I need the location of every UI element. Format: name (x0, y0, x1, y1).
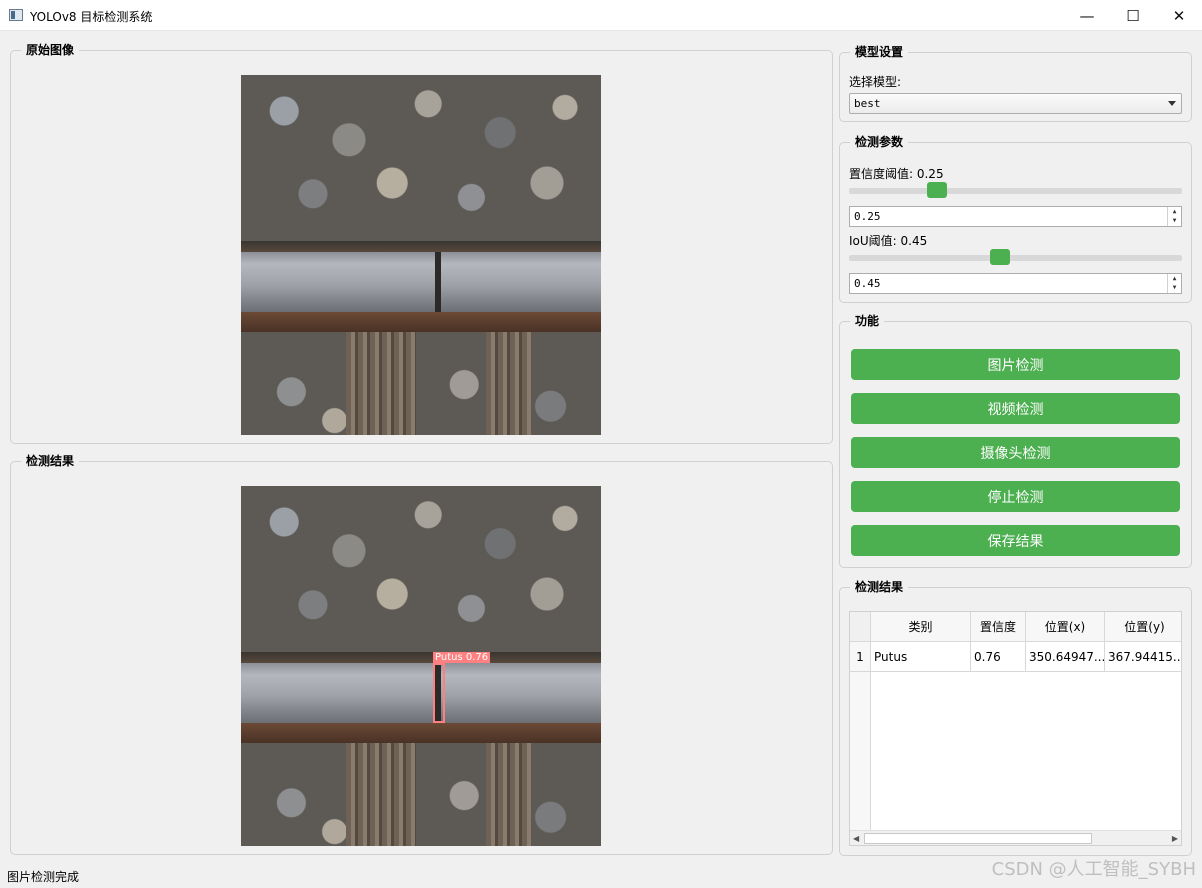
maximize-button[interactable]: ☐ (1110, 0, 1156, 31)
result-image-title: 检测结果 (21, 453, 80, 469)
column-header-class[interactable]: 类别 (871, 612, 971, 642)
functions-title: 功能 (850, 313, 885, 329)
results-table[interactable]: 类别 置信度 位置(x) 位置(y) 1 Putus 0.76 350.6494… (849, 611, 1182, 846)
confidence-spinbox[interactable]: 0.25 ▲ ▼ (849, 206, 1182, 227)
results-title: 检测结果 (850, 579, 909, 595)
model-select[interactable]: best (849, 93, 1182, 114)
cell-x[interactable]: 350.64947... (1026, 642, 1105, 672)
horizontal-scrollbar[interactable]: ◀ ▶ (850, 830, 1181, 845)
column-header-x[interactable]: 位置(x) (1026, 612, 1105, 642)
model-select-label: 选择模型: (849, 75, 902, 89)
model-select-value: best (854, 97, 881, 110)
cell-y[interactable]: 367.94415... (1105, 642, 1181, 672)
detection-label: Putus 0.76 (433, 652, 491, 663)
confidence-label: 置信度阈值: 0.25 (849, 167, 944, 181)
stop-detect-button[interactable]: 停止检测 (851, 481, 1180, 512)
minimize-button[interactable]: — (1064, 0, 1110, 31)
iou-label: IoU阈值: 0.45 (849, 234, 928, 248)
result-image: Putus 0.76 (241, 486, 601, 846)
spin-arrows-icon[interactable]: ▲ ▼ (1167, 207, 1181, 226)
cell-class[interactable]: Putus (871, 642, 971, 672)
camera-detect-button[interactable]: 摄像头检测 (851, 437, 1180, 468)
table-corner[interactable] (850, 612, 871, 642)
title-bar: YOLOv8 目标检测系统 — ☐ ✕ (0, 0, 1202, 31)
window-title: YOLOv8 目标检测系统 (30, 10, 153, 24)
iou-spinbox-value: 0.45 (854, 277, 881, 290)
column-header-y[interactable]: 位置(y) (1105, 612, 1181, 642)
detection-params-title: 检测参数 (850, 134, 909, 150)
detection-box (433, 663, 445, 723)
original-image (241, 75, 601, 435)
scroll-right-icon[interactable]: ▶ (1172, 832, 1178, 845)
model-settings-title: 模型设置 (850, 44, 909, 60)
video-detect-button[interactable]: 视频检测 (851, 393, 1180, 424)
save-result-button[interactable]: 保存结果 (851, 525, 1180, 556)
scroll-left-icon[interactable]: ◀ (853, 832, 859, 845)
original-image-title: 原始图像 (21, 42, 80, 58)
iou-slider[interactable] (849, 248, 1182, 268)
cell-confidence[interactable]: 0.76 (971, 642, 1026, 672)
chevron-down-icon (1168, 101, 1176, 106)
app-icon (9, 9, 23, 21)
confidence-slider-handle[interactable] (927, 182, 948, 198)
row-number[interactable]: 1 (850, 642, 871, 672)
spin-arrows-icon[interactable]: ▲ ▼ (1167, 274, 1181, 293)
column-header-confidence[interactable]: 置信度 (971, 612, 1026, 642)
row-header-column (850, 672, 871, 830)
watermark: CSDN @人工智能_SYBH (991, 859, 1196, 880)
close-button[interactable]: ✕ (1156, 0, 1202, 31)
scrollbar-thumb[interactable] (864, 833, 1092, 844)
iou-spinbox[interactable]: 0.45 ▲ ▼ (849, 273, 1182, 294)
image-detect-button[interactable]: 图片检测 (851, 349, 1180, 380)
iou-slider-handle[interactable] (989, 249, 1010, 265)
confidence-spinbox-value: 0.25 (854, 210, 881, 223)
confidence-slider[interactable] (849, 181, 1182, 201)
